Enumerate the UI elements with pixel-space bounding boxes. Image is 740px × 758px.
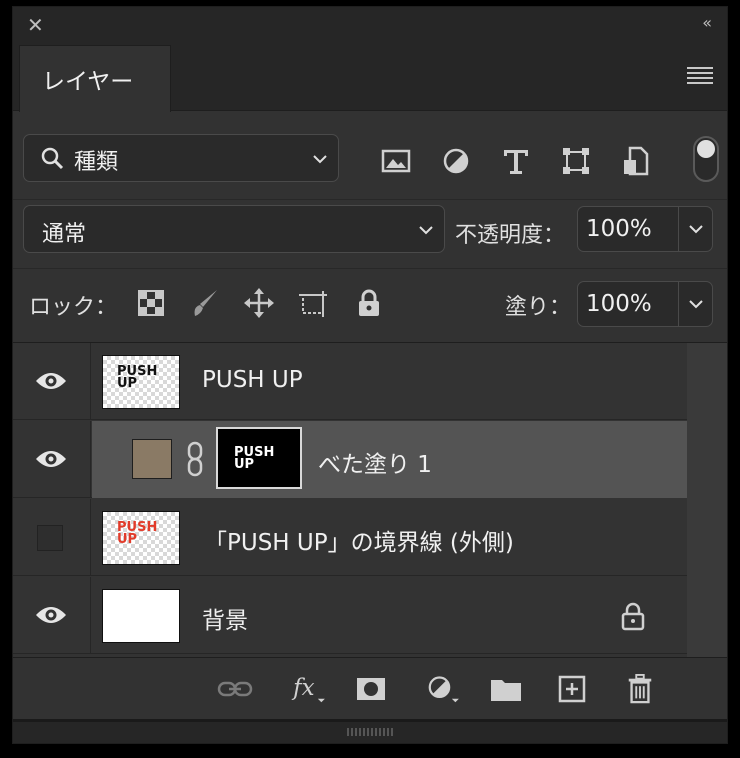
visibility-column[interactable] bbox=[13, 343, 91, 420]
tab-bar: レイヤー bbox=[13, 41, 727, 112]
folder-icon[interactable] bbox=[489, 674, 523, 704]
layer-content[interactable]: PUSH UP PUSH UP bbox=[92, 343, 687, 420]
layer-mask-thumbnail[interactable]: PUSH UP bbox=[216, 427, 302, 489]
eye-icon[interactable] bbox=[35, 605, 67, 625]
eye-icon[interactable] bbox=[35, 449, 67, 469]
layer-thumbnail bbox=[102, 589, 180, 643]
collapse-icon[interactable]: ‹‹ bbox=[702, 13, 712, 32]
bottom-toolbar: fx bbox=[13, 657, 727, 719]
layer-name[interactable]: 「PUSH UP」の境界線 (外側) bbox=[204, 523, 514, 557]
fx-icon[interactable]: fx bbox=[289, 674, 329, 704]
visibility-toggle-off[interactable] bbox=[37, 525, 63, 551]
blend-row: 通常 不透明度： 100% bbox=[13, 201, 727, 269]
layer-row[interactable]: PUSH UP 「PUSH UP」の境界線 (外側) bbox=[13, 499, 687, 576]
layer-row[interactable]: PUSH UP PUSH UP bbox=[13, 343, 687, 420]
opacity-value: 100% bbox=[586, 216, 652, 242]
lock-position-icon[interactable] bbox=[243, 287, 275, 319]
layer-row[interactable]: PUSH UP べた塗り 1 bbox=[13, 421, 687, 498]
lock-icon[interactable] bbox=[620, 601, 646, 631]
mask-text: PUSH UP bbox=[234, 445, 275, 472]
add-mask-icon[interactable] bbox=[355, 674, 387, 704]
lock-image-pixels-icon[interactable] bbox=[189, 287, 221, 319]
adjustment-layer-icon[interactable] bbox=[423, 674, 463, 704]
fill-label: 塗り： bbox=[505, 295, 572, 320]
link-layers-icon[interactable] bbox=[217, 674, 253, 704]
layer-name[interactable]: べた塗り 1 bbox=[318, 445, 432, 479]
scrollbar[interactable] bbox=[687, 343, 727, 657]
visibility-column[interactable] bbox=[13, 499, 91, 576]
layer-name[interactable]: PUSH UP bbox=[202, 367, 303, 393]
layers-panel: ✕ ‹‹ レイヤー 種類 通常 不透明度： 100% ロック： 塗り： 100%… bbox=[12, 6, 728, 744]
lock-all-icon[interactable] bbox=[353, 287, 385, 319]
tab-layers[interactable]: レイヤー bbox=[19, 45, 171, 112]
panel-menu-icon[interactable] bbox=[687, 67, 713, 84]
shape-filter-icon[interactable] bbox=[561, 146, 591, 176]
image-filter-icon[interactable] bbox=[381, 146, 411, 176]
layer-content[interactable]: 背景 bbox=[92, 577, 687, 654]
filter-row: 種類 bbox=[13, 112, 727, 200]
visibility-column[interactable] bbox=[13, 421, 91, 498]
toggle-knob bbox=[697, 140, 715, 158]
chevron-down-icon[interactable] bbox=[686, 219, 706, 239]
svg-text:fx: fx bbox=[291, 675, 314, 701]
chevron-down-icon[interactable] bbox=[686, 294, 706, 314]
thumbnail-text: PUSH UP bbox=[117, 520, 158, 547]
layers-list: PUSH UP PUSH UP PUSH UP べた塗り 1 PUSH UP 「… bbox=[13, 343, 687, 657]
layer-row[interactable]: 背景 bbox=[13, 577, 687, 654]
layer-content[interactable]: PUSH UP べた塗り 1 bbox=[92, 421, 687, 498]
resize-handle[interactable] bbox=[13, 719, 727, 743]
search-icon bbox=[41, 147, 64, 170]
blend-mode-select[interactable]: 通常 bbox=[23, 205, 445, 253]
opacity-label: 不透明度： bbox=[455, 223, 566, 248]
filter-toggle[interactable] bbox=[693, 136, 719, 182]
layer-thumbnail: PUSH UP bbox=[102, 355, 180, 409]
layer-thumbnail: PUSH UP bbox=[102, 511, 180, 565]
lock-transparent-pixels-icon[interactable] bbox=[135, 287, 167, 319]
panel-title-bar: ✕ ‹‹ bbox=[13, 7, 727, 41]
new-layer-icon[interactable] bbox=[557, 674, 587, 704]
type-filter-icon[interactable] bbox=[501, 146, 531, 176]
blend-mode-label: 通常 bbox=[42, 222, 87, 247]
chevron-down-icon bbox=[313, 155, 327, 164]
link-icon[interactable] bbox=[186, 441, 204, 477]
chevron-down-icon bbox=[419, 226, 433, 235]
fill-color-swatch[interactable] bbox=[132, 439, 172, 479]
eye-icon[interactable] bbox=[35, 371, 67, 391]
layer-name[interactable]: 背景 bbox=[202, 601, 248, 635]
opacity-field[interactable]: 100% bbox=[577, 206, 713, 252]
layer-content[interactable]: PUSH UP 「PUSH UP」の境界線 (外側) bbox=[92, 499, 687, 576]
fill-field[interactable]: 100% bbox=[577, 281, 713, 327]
grip-icon bbox=[347, 728, 393, 736]
thumbnail-text: PUSH UP bbox=[117, 364, 158, 391]
visibility-column[interactable] bbox=[13, 577, 91, 654]
trash-icon[interactable] bbox=[625, 674, 655, 704]
filter-kind-select[interactable]: 種類 bbox=[23, 134, 339, 182]
lock-row: ロック： 塗り： 100% bbox=[13, 269, 727, 343]
lock-label: ロック： bbox=[29, 295, 118, 320]
filter-kind-label: 種類 bbox=[74, 150, 119, 175]
close-icon[interactable]: ✕ bbox=[27, 13, 44, 37]
adjustment-filter-icon[interactable] bbox=[441, 146, 471, 176]
fill-value: 100% bbox=[586, 291, 652, 317]
lock-artboard-icon[interactable] bbox=[297, 287, 329, 319]
smart-object-filter-icon[interactable] bbox=[621, 146, 651, 176]
